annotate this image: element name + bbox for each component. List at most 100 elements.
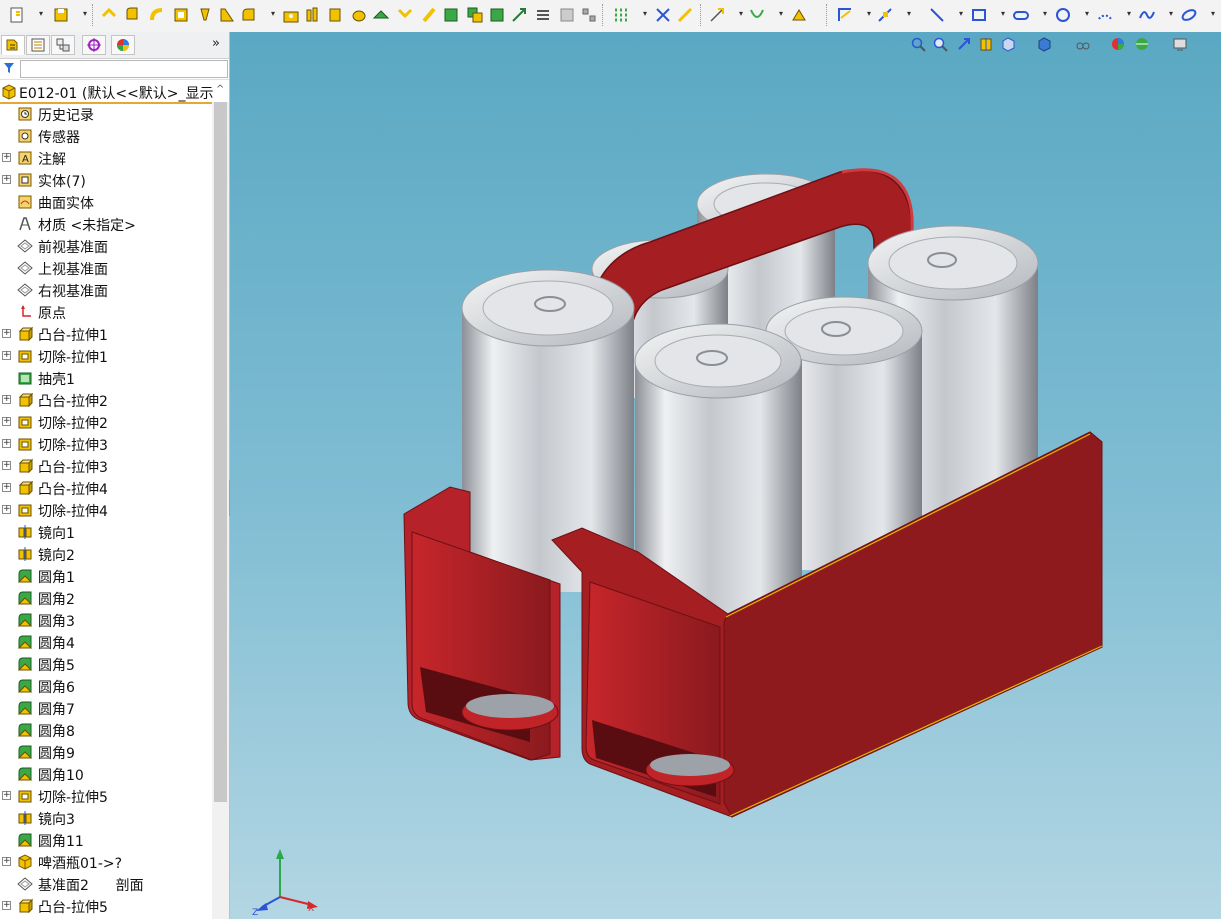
dropdown-arrow-icon[interactable]: ▾ bbox=[1211, 8, 1219, 20]
tree-item[interactable]: 圆角7 bbox=[0, 697, 212, 719]
tab-display-manager[interactable] bbox=[111, 35, 135, 55]
ellipse-icon[interactable] bbox=[1180, 6, 1198, 24]
tree-item[interactable]: + 切除-拉伸4 bbox=[0, 499, 212, 521]
tree-item[interactable]: + 凸台-拉伸5 bbox=[0, 895, 212, 917]
cut-icon[interactable] bbox=[218, 6, 236, 24]
spline-icon[interactable] bbox=[1138, 6, 1156, 24]
graphics-viewport[interactable]: Y X Z bbox=[230, 32, 1221, 919]
tree-item[interactable]: + 凸台-拉伸3 bbox=[0, 455, 212, 477]
sketch-point-icon[interactable] bbox=[708, 6, 726, 24]
spline-tool-icon[interactable] bbox=[748, 6, 766, 24]
instant3d-icon[interactable] bbox=[790, 6, 808, 24]
pattern-icon[interactable] bbox=[580, 6, 598, 24]
rib-icon[interactable] bbox=[304, 6, 322, 24]
intersect-icon[interactable] bbox=[488, 6, 506, 24]
dropdown-arrow-icon[interactable]: ▾ bbox=[83, 8, 91, 20]
tree-item[interactable]: 基准面2 剖面 bbox=[0, 873, 212, 895]
scroll-up-icon[interactable]: ^ bbox=[216, 84, 224, 95]
dropdown-arrow-icon[interactable]: ▾ bbox=[1043, 8, 1051, 20]
tree-item[interactable]: + 凸台-拉伸2 bbox=[0, 389, 212, 411]
tab-configuration-manager[interactable] bbox=[51, 35, 75, 55]
tree-item[interactable]: 圆角10 bbox=[0, 763, 212, 785]
wrap-icon[interactable] bbox=[372, 6, 390, 24]
tree-item[interactable]: + 切除-拉伸5 bbox=[0, 785, 212, 807]
more-tabs-button[interactable]: » bbox=[212, 36, 220, 51]
tree-item[interactable]: 镜向3 bbox=[0, 807, 212, 829]
expand-icon[interactable]: + bbox=[2, 791, 11, 800]
tab-property-manager[interactable] bbox=[26, 35, 50, 55]
dropdown-arrow-icon[interactable]: ▾ bbox=[739, 8, 747, 20]
expand-icon[interactable]: + bbox=[2, 483, 11, 492]
smart-dimension-icon[interactable] bbox=[836, 6, 854, 24]
tree-item[interactable]: 抽壳1 bbox=[0, 367, 212, 389]
expand-icon[interactable]: + bbox=[2, 461, 11, 470]
tab-feature-manager[interactable] bbox=[1, 35, 25, 55]
dome-icon[interactable] bbox=[350, 6, 368, 24]
dropdown-arrow-icon[interactable]: ▾ bbox=[39, 8, 47, 20]
filter-input[interactable] bbox=[20, 60, 228, 78]
curves-icon[interactable] bbox=[676, 6, 694, 24]
expand-icon[interactable]: + bbox=[2, 329, 11, 338]
revolve-icon[interactable] bbox=[124, 6, 142, 24]
dropdown-arrow-icon[interactable]: ▾ bbox=[867, 8, 875, 20]
tree-item[interactable]: 原点 bbox=[0, 301, 212, 323]
draft-icon[interactable] bbox=[326, 6, 344, 24]
tree-item[interactable]: 传感器 bbox=[0, 125, 212, 147]
tree-item[interactable]: 圆角1 bbox=[0, 565, 212, 587]
boss-base-icon[interactable] bbox=[100, 6, 118, 24]
tree-item[interactable]: 圆角3 bbox=[0, 609, 212, 631]
arc-icon[interactable] bbox=[1096, 6, 1114, 24]
line-icon[interactable] bbox=[928, 6, 946, 24]
sketch-tool-icon[interactable] bbox=[876, 6, 894, 24]
expand-icon[interactable]: + bbox=[2, 417, 11, 426]
tree-item[interactable]: + 切除-拉伸3 bbox=[0, 433, 212, 455]
expand-icon[interactable]: + bbox=[2, 175, 11, 184]
tree-item[interactable]: + 啤酒瓶01->? bbox=[0, 851, 212, 873]
tree-item[interactable]: + A 注解 bbox=[0, 147, 212, 169]
scale-icon[interactable] bbox=[558, 6, 576, 24]
tree-item[interactable]: 材质 <未指定> bbox=[0, 213, 212, 235]
rectangle-icon[interactable] bbox=[970, 6, 988, 24]
tree-scrollbar[interactable]: ^ bbox=[212, 84, 229, 919]
filter-icon[interactable] bbox=[3, 62, 15, 74]
tree-item[interactable]: 上视基准面 bbox=[0, 257, 212, 279]
tree-item[interactable]: 圆角2 bbox=[0, 587, 212, 609]
hole-icon[interactable] bbox=[282, 6, 300, 24]
expand-icon[interactable]: + bbox=[2, 351, 11, 360]
expand-icon[interactable]: + bbox=[2, 439, 11, 448]
shell-tool-icon[interactable] bbox=[442, 6, 460, 24]
dropdown-arrow-icon[interactable]: ▾ bbox=[1127, 8, 1135, 20]
tree-item[interactable]: 曲面实体 bbox=[0, 191, 212, 213]
linear-pattern-icon[interactable] bbox=[612, 6, 630, 24]
reference-geometry-icon[interactable] bbox=[654, 6, 672, 24]
dropdown-arrow-icon[interactable]: ▾ bbox=[959, 8, 967, 20]
tree-item[interactable]: 圆角9 bbox=[0, 741, 212, 763]
split-icon[interactable] bbox=[534, 6, 552, 24]
deform-icon[interactable] bbox=[420, 6, 438, 24]
expand-icon[interactable]: + bbox=[2, 395, 11, 404]
fillet-tool-icon[interactable] bbox=[240, 6, 258, 24]
tree-item[interactable]: + 凸台-拉伸4 bbox=[0, 477, 212, 499]
dropdown-arrow-icon[interactable]: ▾ bbox=[1169, 8, 1177, 20]
sweep-icon[interactable] bbox=[148, 6, 166, 24]
tree-item[interactable]: 右视基准面 bbox=[0, 279, 212, 301]
tree-item[interactable]: 圆角5 bbox=[0, 653, 212, 675]
tree-item[interactable]: 前视基准面 bbox=[0, 235, 212, 257]
slot-icon[interactable] bbox=[1012, 6, 1030, 24]
dropdown-arrow-icon[interactable]: ▾ bbox=[643, 8, 651, 20]
tree-item[interactable]: 圆角8 bbox=[0, 719, 212, 741]
scrollbar-thumb[interactable] bbox=[214, 102, 227, 802]
tree-item[interactable]: 镜向1 bbox=[0, 521, 212, 543]
expand-icon[interactable]: + bbox=[2, 505, 11, 514]
tree-item[interactable]: + 切除-拉伸1 bbox=[0, 345, 212, 367]
dropdown-arrow-icon[interactable]: ▾ bbox=[1001, 8, 1009, 20]
thicken-icon[interactable] bbox=[196, 6, 214, 24]
move-body-icon[interactable] bbox=[510, 6, 528, 24]
tree-item[interactable]: + 切除-拉伸2 bbox=[0, 411, 212, 433]
tree-item[interactable]: + 实体(7) bbox=[0, 169, 212, 191]
loft-icon[interactable] bbox=[172, 6, 190, 24]
tab-dimxpert-manager[interactable] bbox=[82, 35, 106, 55]
expand-icon[interactable]: + bbox=[2, 153, 11, 162]
tree-item[interactable]: 圆角6 bbox=[0, 675, 212, 697]
tree-item[interactable]: + 凸台-拉伸1 bbox=[0, 323, 212, 345]
